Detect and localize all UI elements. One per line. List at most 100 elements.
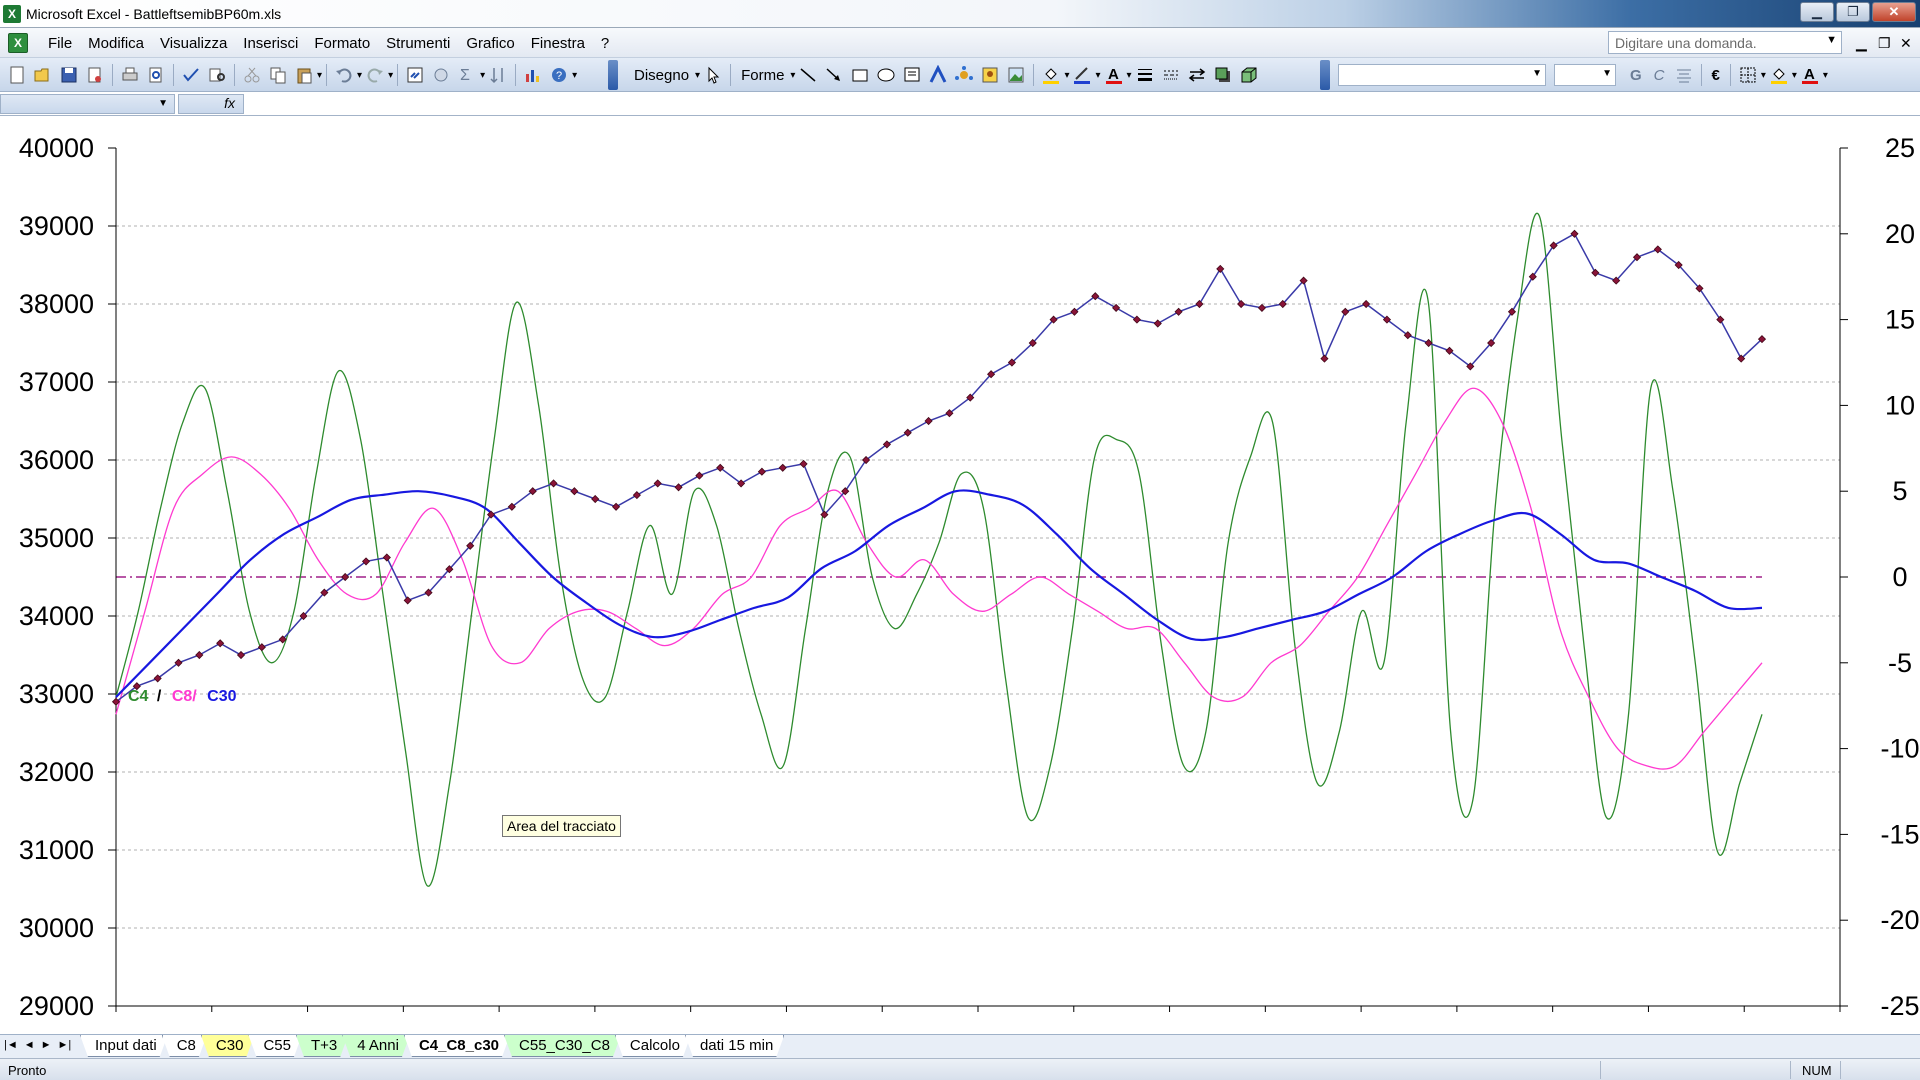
workbook-icon[interactable]: X [8, 33, 28, 53]
signature-icon[interactable] [431, 65, 451, 85]
permission-icon[interactable] [85, 65, 105, 85]
doc-close-button[interactable]: ✕ [1900, 35, 1912, 52]
sort-icon[interactable] [488, 65, 508, 85]
picture-icon[interactable] [1006, 65, 1026, 85]
wordart-icon[interactable] [928, 64, 948, 85]
doc-restore-button[interactable]: ❐ [1878, 35, 1891, 52]
research-icon[interactable] [207, 65, 227, 85]
autosum-icon[interactable]: Σ [457, 65, 477, 85]
toolbar-grip-icon[interactable] [608, 60, 618, 90]
first-sheet-button[interactable]: |◄ [4, 1039, 18, 1051]
bold-button[interactable]: G [1630, 67, 1642, 84]
font-color-icon[interactable]: A [1104, 65, 1124, 85]
name-box[interactable]: ▼ [0, 94, 175, 114]
sheet-tab-c8[interactable]: C8 [162, 1035, 207, 1057]
next-sheet-button[interactable]: ► [41, 1039, 52, 1051]
chart-area[interactable]: 40000 39000 38000 37000 36000 35000 34000 33000… [0, 116, 1920, 1034]
fill-color-icon[interactable] [1769, 65, 1789, 85]
sheet-tab-c55[interactable]: C55 [248, 1035, 302, 1057]
line-style-icon[interactable] [1135, 65, 1155, 85]
menu-item-help[interactable]: ? [593, 35, 617, 52]
chevron-down-icon[interactable]: ▼ [1826, 34, 1837, 46]
hyperlink-icon[interactable] [405, 65, 425, 85]
font-color-icon[interactable]: A [1800, 65, 1820, 85]
shapes-menu-button[interactable]: Forme [741, 67, 784, 84]
chevron-down-icon[interactable]: ▾ [480, 70, 485, 81]
sheet-tab-c55-c30-c8[interactable]: C55_C30_C8 [504, 1035, 621, 1057]
textbox-tool-icon[interactable] [902, 65, 922, 85]
font-size-combo[interactable]: ▼ [1554, 64, 1616, 86]
restore-button[interactable]: ❐ [1836, 2, 1870, 22]
print-icon[interactable] [120, 65, 140, 85]
chevron-down-icon[interactable]: ▾ [1761, 70, 1766, 81]
arrow-tool-icon[interactable] [824, 65, 844, 85]
chevron-down-icon[interactable]: ▾ [388, 70, 393, 81]
menu-item-visualizza[interactable]: Visualizza [152, 35, 235, 52]
paste-icon[interactable] [294, 65, 314, 85]
spelling-icon[interactable] [181, 65, 201, 85]
copy-icon[interactable] [268, 65, 288, 85]
chevron-down-icon[interactable]: ▼ [1602, 68, 1612, 79]
chevron-down-icon[interactable]: ▾ [357, 70, 362, 81]
sheet-tab-c30[interactable]: C30 [201, 1035, 255, 1057]
chevron-down-icon[interactable]: ▼ [158, 98, 168, 109]
horizontal-scrollbar[interactable] [800, 1037, 1920, 1057]
menu-item-modifica[interactable]: Modifica [80, 35, 152, 52]
chevron-down-icon[interactable]: ▾ [1127, 70, 1132, 81]
chart-wizard-icon[interactable] [523, 65, 543, 85]
menu-item-strumenti[interactable]: Strumenti [378, 35, 458, 52]
toolbar-grip-icon[interactable] [1320, 60, 1330, 90]
line-tool-icon[interactable] [798, 65, 818, 85]
arrow-style-icon[interactable] [1187, 65, 1207, 85]
sheet-tab-dati-15-min[interactable]: dati 15 min [685, 1035, 784, 1057]
prev-sheet-button[interactable]: ◄ [24, 1039, 35, 1051]
save-icon[interactable] [59, 65, 79, 85]
sheet-tab-t-3[interactable]: T+3 [296, 1035, 348, 1057]
chevron-down-icon[interactable]: ▾ [317, 70, 322, 81]
menu-item-formato[interactable]: Formato [306, 35, 378, 52]
minimize-button[interactable]: ▁ [1800, 2, 1834, 22]
menu-item-finestra[interactable]: Finestra [523, 35, 593, 52]
rectangle-tool-icon[interactable] [850, 65, 870, 85]
clipart-icon[interactable] [980, 65, 1000, 85]
new-icon[interactable] [7, 65, 27, 85]
sheet-tab-4-anni[interactable]: 4 Anni [342, 1035, 410, 1057]
help-icon[interactable]: ? [549, 65, 569, 85]
ask-question-input[interactable]: Digitare una domanda. ▼ [1608, 31, 1842, 54]
align-center-icon[interactable] [1674, 65, 1694, 85]
shadow-icon[interactable] [1213, 65, 1233, 85]
menu-item-inserisci[interactable]: Inserisci [235, 35, 306, 52]
borders-icon[interactable] [1738, 65, 1758, 85]
doc-minimize-button[interactable]: ▁ [1856, 35, 1867, 52]
cut-icon[interactable] [242, 65, 262, 85]
euro-button[interactable]: € [1712, 67, 1720, 84]
undo-icon[interactable] [334, 65, 354, 85]
insert-function-button[interactable]: fx [178, 94, 244, 114]
ellipse-tool-icon[interactable] [876, 65, 896, 85]
sheet-tab-input-dati[interactable]: Input dati [80, 1035, 168, 1057]
select-pointer-icon[interactable] [703, 65, 723, 85]
chevron-down-icon[interactable]: ▾ [1095, 70, 1100, 81]
close-button[interactable]: ✕ [1872, 2, 1916, 22]
font-name-combo[interactable]: ▼ [1338, 64, 1546, 86]
chevron-down-icon[interactable]: ▼ [1532, 68, 1542, 79]
chevron-down-icon[interactable]: ▾ [1823, 70, 1828, 81]
redo-icon[interactable] [365, 65, 385, 85]
dash-style-icon[interactable] [1161, 65, 1181, 85]
print-preview-icon[interactable] [146, 65, 166, 85]
chevron-down-icon[interactable]: ▾ [1064, 70, 1069, 81]
diagram-icon[interactable] [954, 65, 974, 85]
3d-icon[interactable] [1239, 65, 1259, 85]
menu-item-file[interactable]: File [40, 35, 80, 52]
sheet-tab-calcolo[interactable]: Calcolo [615, 1035, 691, 1057]
chevron-down-icon[interactable]: ▾ [572, 70, 577, 81]
italic-button[interactable]: C [1654, 67, 1665, 84]
chevron-down-icon[interactable]: ▾ [1792, 70, 1797, 81]
line-color-icon[interactable] [1072, 65, 1092, 85]
chart-svg[interactable]: 40000 39000 38000 37000 36000 35000 34000 33000… [0, 116, 1920, 1034]
menu-item-grafico[interactable]: Grafico [458, 35, 522, 52]
draw-menu-button[interactable]: Disegno [634, 67, 689, 84]
excel-app-icon[interactable]: X [3, 5, 21, 23]
sheet-tab-c4-c8-c30[interactable]: C4_C8_c30 [404, 1035, 510, 1057]
fill-color-icon[interactable] [1041, 65, 1061, 85]
